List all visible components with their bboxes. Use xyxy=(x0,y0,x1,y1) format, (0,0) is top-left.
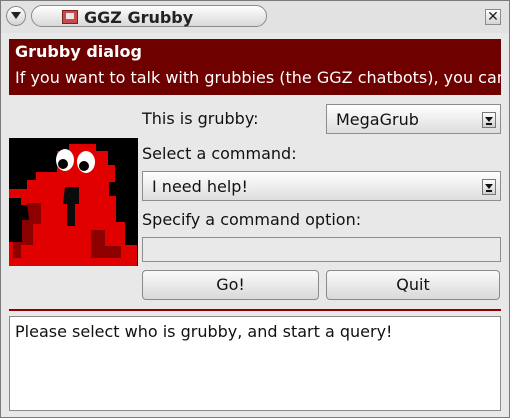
command-select[interactable]: I need help! xyxy=(142,171,501,201)
dropdown-arrow-icon[interactable] xyxy=(482,179,496,195)
mascot-svg xyxy=(9,144,137,266)
grubby-select[interactable]: MegaGrub xyxy=(326,104,501,134)
command-select-value: I need help! xyxy=(152,177,248,196)
grubby-app-icon xyxy=(62,10,78,24)
quit-button[interactable]: Quit xyxy=(326,270,500,300)
mascot-left-pupil xyxy=(58,159,68,169)
close-button[interactable]: ✕ xyxy=(485,9,501,25)
window-menu-button[interactable] xyxy=(6,6,26,26)
command-option-input[interactable] xyxy=(142,237,501,262)
close-icon: ✕ xyxy=(487,9,499,25)
dialog-header: Grubby dialog If you want to talk with g… xyxy=(9,39,501,95)
output-text: Please select who is grubby, and start a… xyxy=(15,322,393,341)
mascot-right-pupil xyxy=(79,161,89,171)
grubby-mascot-icon xyxy=(9,138,138,266)
command-label: Select a command: xyxy=(142,144,297,163)
window-title: GGZ Grubby xyxy=(84,8,194,27)
dropdown-arrow-icon[interactable] xyxy=(482,112,496,128)
header-title: Grubby dialog xyxy=(15,42,142,61)
header-description: If you want to talk with grubbies (the G… xyxy=(15,68,501,87)
title-pill: GGZ Grubby xyxy=(31,5,267,27)
chevron-down-icon xyxy=(11,12,21,19)
title-bar: GGZ Grubby ✕ xyxy=(1,1,509,33)
grubby-select-value: MegaGrub xyxy=(336,110,419,129)
separator-line xyxy=(9,309,501,311)
output-textarea[interactable]: Please select who is grubby, and start a… xyxy=(9,316,501,411)
main-window: GGZ Grubby ✕ Grubby dialog If you want t… xyxy=(0,0,510,418)
grubby-label: This is grubby: xyxy=(142,109,259,128)
go-button[interactable]: Go! xyxy=(142,270,319,300)
option-label: Specify a command option: xyxy=(142,210,362,229)
